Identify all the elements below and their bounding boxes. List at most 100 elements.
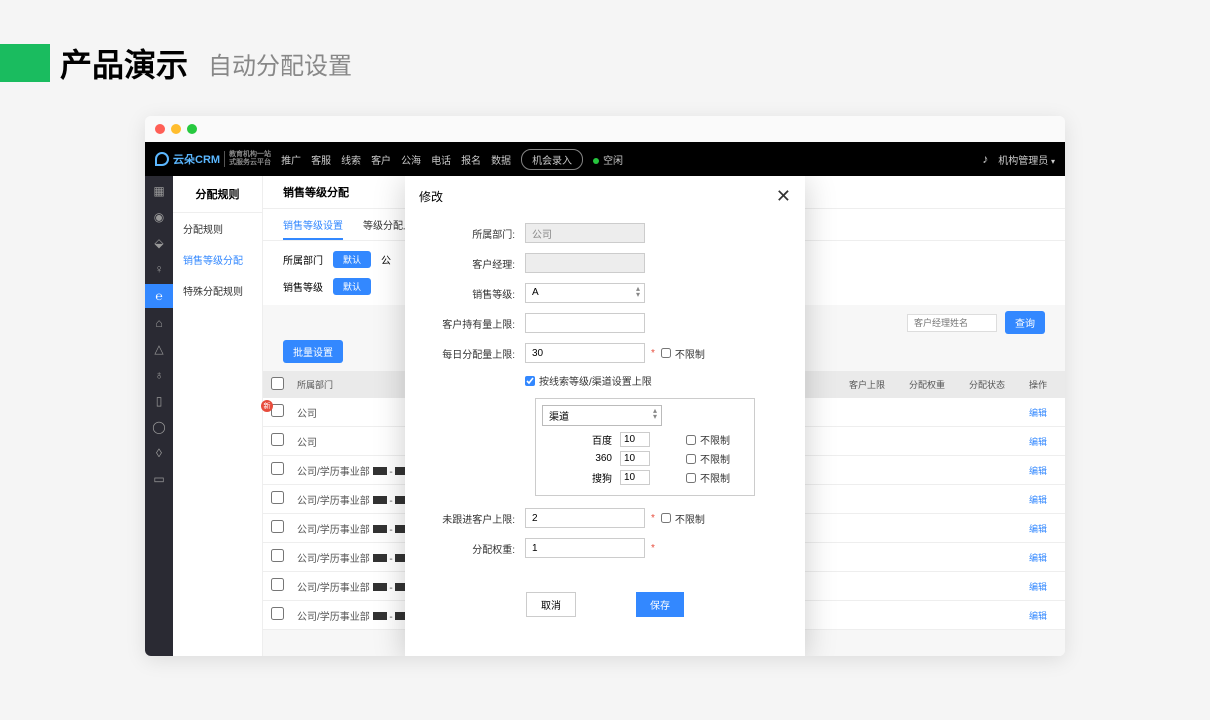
nav-service[interactable]: 客服	[311, 152, 331, 167]
nav-pool[interactable]: 公海	[401, 152, 421, 167]
batch-button[interactable]: 批量设置	[283, 340, 343, 363]
row-checkbox[interactable]	[271, 520, 284, 533]
call-icon[interactable]: ◯	[152, 420, 166, 434]
channel-box: 渠道▴▾ 百度 不限制 360 不限制 搜狗 不限制	[535, 398, 755, 496]
close-dot[interactable]	[155, 124, 165, 134]
card-icon[interactable]: ▭	[152, 472, 166, 486]
page-subtitle: 自动分配设置	[208, 46, 352, 81]
edit-link[interactable]: 编辑	[1029, 437, 1047, 447]
content-title: 销售等级分配	[283, 184, 349, 208]
page-header: 产品演示 自动分配设置	[0, 0, 1210, 116]
people-icon[interactable]: ♁	[152, 368, 166, 382]
home-icon[interactable]: ⌂	[152, 316, 166, 330]
row-checkbox[interactable]	[271, 462, 284, 475]
dept-input	[525, 223, 645, 243]
weight-input[interactable]	[525, 538, 645, 558]
subtab-level-setting[interactable]: 销售等级设置	[283, 217, 343, 240]
search-button[interactable]: 查询	[1005, 311, 1045, 334]
channel-row: 百度 不限制	[542, 432, 748, 447]
tag-icon[interactable]: ◊	[152, 446, 166, 460]
channel-name: 搜狗	[572, 470, 612, 485]
row-checkbox[interactable]	[271, 491, 284, 504]
minimize-dot[interactable]	[171, 124, 181, 134]
sidebar-item-rules[interactable]: 分配规则	[173, 213, 262, 244]
nav-data[interactable]: 数据	[491, 152, 511, 167]
sidebar-item-level[interactable]: 销售等级分配	[173, 244, 262, 275]
by-channel-checkbox[interactable]: 按线索等级/渠道设置上限	[525, 373, 652, 388]
nav-leads[interactable]: 线索	[341, 152, 361, 167]
save-button[interactable]: 保存	[636, 592, 684, 617]
select-all-checkbox[interactable]	[271, 377, 284, 390]
channel-value-input[interactable]	[620, 451, 650, 466]
modal-title: 修改	[419, 188, 443, 205]
manager-label: 客户经理:	[435, 256, 525, 271]
channel-row: 搜狗 不限制	[542, 470, 748, 485]
channel-nolimit[interactable]: 不限制	[686, 470, 730, 485]
unfollow-label: 未跟进客户上限:	[435, 511, 525, 526]
edit-modal: 修改 ✕ 所属部门: 客户经理: 销售等级: A▴▾	[405, 176, 805, 656]
filter-level-pill[interactable]: 默认	[333, 278, 371, 295]
logo-text: 云朵CRM	[173, 151, 220, 167]
user-icon[interactable]: ♀	[152, 262, 166, 276]
user-menu[interactable]: 机构管理员 ▾	[998, 152, 1055, 167]
logo[interactable]: 云朵CRM 教育机构一站式服务云平台	[155, 151, 271, 167]
row-checkbox[interactable]	[271, 578, 284, 591]
edit-link[interactable]: 编辑	[1029, 611, 1047, 621]
edit-link[interactable]: 编辑	[1029, 466, 1047, 476]
dept-label: 所属部门:	[435, 226, 525, 241]
nav-phone[interactable]: 电话	[431, 152, 451, 167]
col-status: 分配状态	[965, 371, 1025, 398]
col-limit: 客户上限	[845, 371, 905, 398]
sidebar-item-special[interactable]: 特殊分配规则	[173, 275, 262, 306]
filter-dept-extra: 公	[381, 252, 391, 267]
settings-icon[interactable]: ℮	[145, 284, 173, 308]
manager-input	[525, 253, 645, 273]
opportunity-entry-button[interactable]: 机会录入	[521, 149, 583, 170]
close-icon[interactable]: ✕	[776, 186, 791, 207]
cancel-button[interactable]: 取消	[526, 592, 576, 617]
channel-nolimit[interactable]: 不限制	[686, 432, 730, 447]
status-indicator[interactable]: 空闲	[593, 152, 623, 167]
channel-value-input[interactable]	[620, 470, 650, 485]
hold-label: 客户持有量上限:	[435, 316, 525, 331]
nav-customer[interactable]: 客户	[371, 152, 391, 167]
topbar: 云朵CRM 教育机构一站式服务云平台 推广 客服 线索 客户 公海 电话 报名 …	[145, 142, 1065, 176]
channel-type-select[interactable]: 渠道▴▾	[542, 405, 662, 426]
maximize-dot[interactable]	[187, 124, 197, 134]
edit-link[interactable]: 编辑	[1029, 524, 1047, 534]
shield-icon[interactable]: ◉	[152, 210, 166, 224]
search-input[interactable]	[907, 314, 997, 332]
edit-link[interactable]: 编辑	[1029, 553, 1047, 563]
logo-tagline: 教育机构一站式服务云平台	[224, 151, 271, 166]
level-select[interactable]: A▴▾	[525, 283, 645, 303]
nav-signup[interactable]: 报名	[461, 152, 481, 167]
doc-icon[interactable]: ▯	[152, 394, 166, 408]
bell-icon[interactable]: ♪	[982, 152, 988, 166]
unfollow-input[interactable]	[525, 508, 645, 528]
channel-value-input[interactable]	[620, 432, 650, 447]
chart-icon[interactable]: ⬙	[152, 236, 166, 250]
row-checkbox[interactable]	[271, 433, 284, 446]
dashboard-icon[interactable]: ▦	[152, 184, 166, 198]
row-checkbox[interactable]	[271, 607, 284, 620]
daily-nolimit[interactable]: 不限制	[661, 346, 705, 361]
edit-link[interactable]: 编辑	[1029, 495, 1047, 505]
filter-dept-pill[interactable]: 默认	[333, 251, 371, 268]
filter-dept-label: 所属部门	[283, 252, 323, 267]
filter-level-label: 销售等级	[283, 279, 323, 294]
daily-input[interactable]	[525, 343, 645, 363]
app-window: 云朵CRM 教育机构一站式服务云平台 推广 客服 线索 客户 公海 电话 报名 …	[145, 116, 1065, 656]
page-title: 产品演示	[60, 40, 188, 86]
hold-input[interactable]	[525, 313, 645, 333]
unfollow-nolimit[interactable]: 不限制	[661, 511, 705, 526]
warning-icon[interactable]: △	[152, 342, 166, 356]
notification-badge[interactable]: 新	[261, 400, 273, 412]
row-checkbox[interactable]	[271, 549, 284, 562]
channel-nolimit[interactable]: 不限制	[686, 451, 730, 466]
channel-row: 360 不限制	[542, 451, 748, 466]
nav-promo[interactable]: 推广	[281, 152, 301, 167]
channel-name: 360	[572, 453, 612, 464]
edit-link[interactable]: 编辑	[1029, 408, 1047, 418]
edit-link[interactable]: 编辑	[1029, 582, 1047, 592]
col-action: 操作	[1025, 371, 1065, 398]
